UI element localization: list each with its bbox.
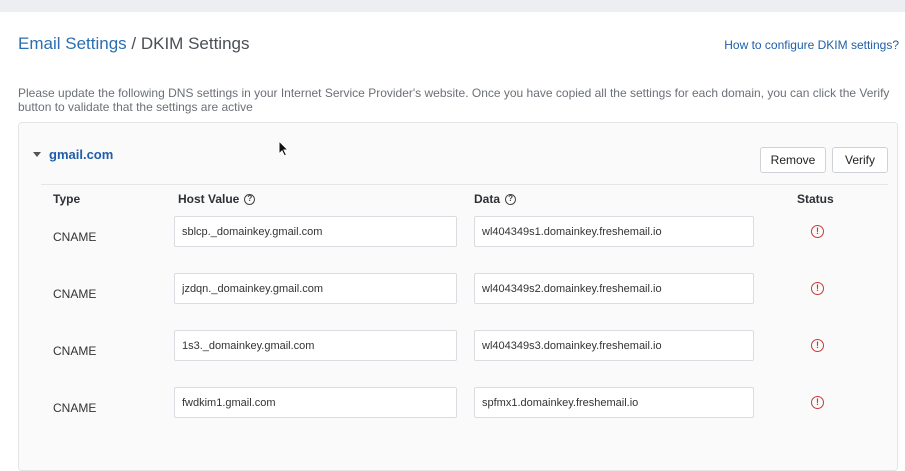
host-value-field[interactable] [174,273,457,304]
host-help-icon[interactable]: ? [244,193,256,205]
intro-text: Please update the following DNS settings… [18,86,890,114]
host-value-field[interactable] [174,387,457,418]
breadcrumb-current: DKIM Settings [140,34,250,53]
table-row: CNAME ! [41,322,888,379]
table-row: CNAME ! [41,379,888,436]
record-type: CNAME [53,401,97,415]
breadcrumb-email-settings[interactable]: Email Settings [18,34,127,53]
record-type: CNAME [53,230,97,244]
domain-toggle[interactable]: gmail.com [33,147,113,162]
caret-down-icon [33,152,41,157]
exclamation-circle-icon: ! [811,396,824,409]
table-header: Type Host Value ? Data ? Status [41,184,888,208]
host-value-field[interactable] [174,330,457,361]
header-type: Type [53,192,81,206]
exclamation-circle-icon: ! [811,339,824,352]
domain-card: gmail.com Remove Verify Type Host Value … [18,122,898,471]
dns-records-table: Type Host Value ? Data ? Status CNAME ! … [41,184,888,436]
header-host-value: Host Value ? [178,192,256,206]
table-row: CNAME ! [41,265,888,322]
mouse-cursor-icon [278,140,290,157]
data-value-field[interactable] [474,273,754,304]
verify-button[interactable]: Verify [832,147,888,173]
record-type: CNAME [53,287,97,301]
exclamation-circle-icon: ! [811,282,824,295]
top-bar [0,0,905,12]
page: Email Settings / DKIM Settings How to co… [0,12,905,471]
data-help-icon[interactable]: ? [505,193,517,205]
data-value-field[interactable] [474,330,754,361]
remove-button[interactable]: Remove [760,147,826,173]
breadcrumb-separator: / [126,34,141,53]
breadcrumb: Email Settings / DKIM Settings [18,34,250,54]
data-value-field[interactable] [474,216,754,247]
record-type: CNAME [53,344,97,358]
exclamation-circle-icon: ! [811,225,824,238]
table-row: CNAME ! [41,208,888,265]
data-value-field[interactable] [474,387,754,418]
header-data: Data ? [474,192,517,206]
host-value-field[interactable] [174,216,457,247]
header-status: Status [797,192,834,206]
domain-name: gmail.com [49,147,114,162]
dkim-help-link[interactable]: How to configure DKIM settings? [724,38,899,52]
